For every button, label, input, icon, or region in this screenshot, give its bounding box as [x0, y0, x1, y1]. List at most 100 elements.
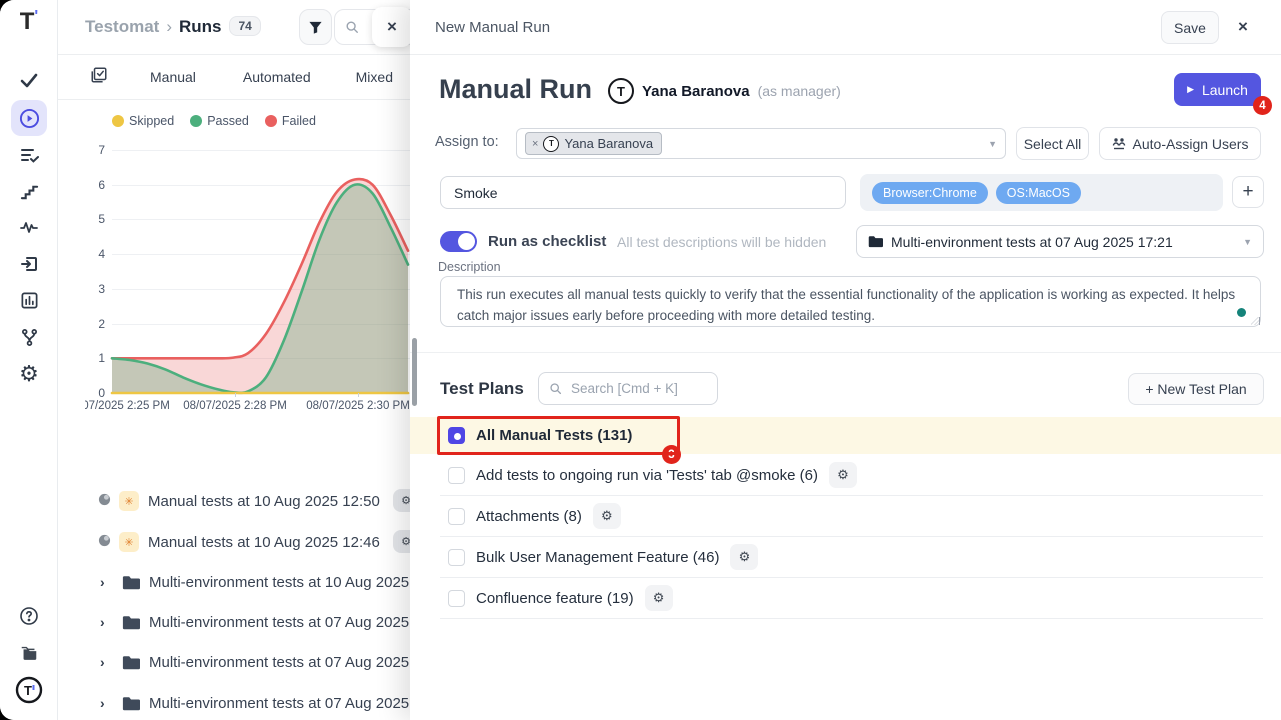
tests-nav-check-icon[interactable]: [11, 62, 47, 98]
assignee-avatar: T: [543, 136, 559, 152]
auto-assign-users-button[interactable]: Auto-Assign Users: [1099, 127, 1261, 160]
run-label: Multi-environment tests at 10 Aug 2025: [149, 574, 409, 591]
account-logo-icon[interactable]: T: [11, 672, 47, 708]
breadcrumb-app[interactable]: Testomat: [85, 17, 159, 36]
legend-failed: Failed: [265, 114, 316, 128]
x-tick: [358, 393, 359, 397]
x-axis-label-2: 08/07/2025 2:28 PM: [183, 400, 287, 412]
drawer-header: New Manual Run Save ×: [410, 0, 1281, 55]
chevron-right-icon[interactable]: ›: [100, 574, 114, 590]
filter-button[interactable]: [299, 9, 332, 45]
assign-to-multiselect[interactable]: × T Yana Baranova ▼: [516, 128, 1006, 159]
target-folder-value: Multi-environment tests at 07 Aug 2025 1…: [891, 234, 1173, 250]
running-spark-icon: ✳: [119, 532, 139, 552]
tag-browser-chrome[interactable]: Browser:Chrome: [872, 182, 988, 204]
run-as-checklist-toggle[interactable]: [440, 231, 477, 252]
row-divider: [440, 618, 1263, 619]
description-textarea[interactable]: This run executes all manual tests quick…: [440, 276, 1261, 327]
chevron-right-icon[interactable]: ›: [100, 614, 114, 630]
folder-icon: [122, 655, 140, 670]
settings-gear-icon[interactable]: ⚙: [11, 356, 47, 392]
chevron-down-icon: ▼: [1243, 237, 1252, 247]
test-plan-row[interactable]: Attachments (8) ⚙: [410, 496, 1281, 536]
tab-automated[interactable]: Automated: [243, 69, 311, 85]
play-icon: ▶: [1187, 84, 1194, 95]
checkbox-unchecked[interactable]: [448, 549, 465, 566]
tag-os-macos[interactable]: OS:MacOS: [996, 182, 1081, 204]
test-plan-row[interactable]: Confluence feature (19) ⚙: [410, 578, 1281, 618]
chevron-right-icon[interactable]: ›: [100, 654, 114, 670]
run-status-icon: [98, 493, 111, 510]
breadcrumb-page[interactable]: Runs: [179, 17, 222, 36]
y-axis-tick-label: 6: [85, 178, 105, 192]
y-axis-tick-label: 0: [85, 386, 105, 400]
new-test-plan-button[interactable]: + New Test Plan: [1128, 373, 1264, 405]
breadcrumb: Testomat›Runs74: [85, 16, 261, 37]
environment-tags: Browser:Chrome OS:MacOS: [860, 174, 1223, 211]
help-icon[interactable]: [11, 598, 47, 634]
run-label: Manual tests at 10 Aug 2025 12:46: [148, 534, 380, 551]
passed-dot: [190, 115, 202, 127]
stairs-icon[interactable]: [11, 173, 47, 209]
launch-button[interactable]: ▶ Launch: [1174, 73, 1261, 106]
manager-role-suffix: (as manager): [758, 83, 841, 99]
checkbox-unchecked[interactable]: [448, 508, 465, 525]
test-plan-row[interactable]: Bulk User Management Feature (46) ⚙: [410, 537, 1281, 577]
test-plan-search-input[interactable]: [569, 380, 699, 397]
checklist-nav-icon[interactable]: [11, 137, 47, 173]
run-status-icon: [98, 534, 111, 551]
run-title-heading: Manual Run: [439, 74, 592, 105]
plan-settings-gear-button[interactable]: ⚙: [829, 462, 857, 488]
running-spark-icon: ✳: [119, 491, 139, 511]
y-axis-tick-label: 2: [85, 317, 105, 331]
plan-settings-gear-button[interactable]: ⚙: [645, 585, 673, 611]
test-plan-label: Add tests to ongoing run via 'Tests' tab…: [476, 467, 818, 484]
close-drawer-button[interactable]: ×: [1238, 17, 1248, 37]
test-plan-row[interactable]: Add tests to ongoing run via 'Tests' tab…: [410, 455, 1281, 495]
chart-legend: Skipped Passed Failed: [112, 114, 316, 128]
checkbox-unchecked[interactable]: [448, 590, 465, 607]
checkbox-unchecked[interactable]: [448, 467, 465, 484]
svg-text:T: T: [24, 683, 32, 698]
plan-settings-gear-button[interactable]: ⚙: [730, 544, 758, 570]
select-all-runs-icon[interactable]: [90, 66, 108, 89]
checklist-hint: All test descriptions will be hidden: [617, 234, 826, 250]
folder-icon: [868, 235, 883, 248]
y-axis-tick-label: 4: [85, 247, 105, 261]
chevron-right-icon[interactable]: ›: [100, 695, 114, 711]
save-button[interactable]: Save: [1161, 11, 1219, 44]
x-tick: [235, 393, 236, 397]
import-icon[interactable]: [11, 246, 47, 282]
run-label: Multi-environment tests at 07 Aug 2025: [149, 654, 409, 671]
testomat-logo[interactable]: T': [0, 8, 58, 36]
manager-info: T Yana Baranova (as manager): [608, 78, 841, 104]
x-axis-label-1: 08/07/2025 2:25 PM: [85, 400, 170, 412]
runs-nav-play-circle-icon[interactable]: [11, 100, 47, 136]
tab-mixed[interactable]: Mixed: [356, 69, 393, 85]
branch-icon[interactable]: [11, 319, 47, 355]
select-all-button[interactable]: Select All: [1016, 127, 1089, 160]
green-presence-dot: [1237, 308, 1246, 317]
close-icon: ×: [387, 17, 397, 37]
annotation-step-badge-4: 4: [1253, 96, 1272, 115]
plan-settings-gear-button[interactable]: ⚙: [593, 503, 621, 529]
bar-chart-icon[interactable]: [11, 282, 47, 318]
target-folder-select[interactable]: Multi-environment tests at 07 Aug 2025 1…: [856, 225, 1264, 258]
left-icon-rail: T' ⚙ T: [0, 0, 58, 720]
skipped-dot: [112, 115, 124, 127]
close-search-button[interactable]: ×: [372, 7, 412, 47]
drawer-scrollbar[interactable]: [412, 338, 417, 406]
run-title-input[interactable]: [440, 176, 846, 209]
chevron-down-icon[interactable]: ▼: [988, 139, 997, 149]
folder-icon: [122, 696, 140, 711]
add-tag-button[interactable]: +: [1232, 176, 1264, 208]
test-plan-label: Confluence feature (19): [476, 590, 634, 607]
tab-manual[interactable]: Manual: [150, 69, 196, 85]
projects-folder-icon[interactable]: [11, 635, 47, 671]
textarea-resize-handle[interactable]: [1252, 317, 1260, 325]
description-label: Description: [438, 260, 501, 274]
remove-assignee-icon[interactable]: ×: [532, 138, 538, 150]
y-axis-tick-label: 1: [85, 351, 105, 365]
test-plan-search[interactable]: [538, 372, 718, 405]
pulse-icon[interactable]: [11, 209, 47, 245]
